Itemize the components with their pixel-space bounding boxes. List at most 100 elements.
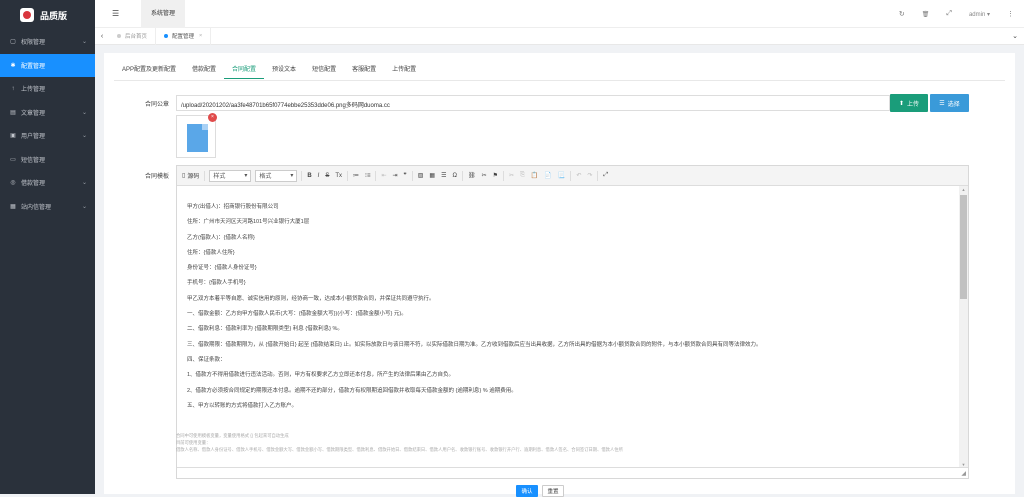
seal-thumbnail[interactable]: × xyxy=(176,113,217,158)
sms-icon: ▭ xyxy=(10,156,16,163)
brand[interactable]: 品质版 xyxy=(0,0,95,30)
sidebar-item[interactable]: ▭ 短信管理 xyxy=(0,148,95,172)
editor-line: 五、甲方以转账的方式将借款打入乙方账户。 xyxy=(187,402,298,409)
style-select[interactable]: 样式 ▾ xyxy=(209,169,252,182)
paste-word-button[interactable]: 📃 xyxy=(557,170,566,182)
upload-label: 上传 xyxy=(907,101,920,108)
upload-icon: ↑ xyxy=(11,85,15,92)
bulleted-list-button[interactable]: ⁝≡ xyxy=(364,170,371,182)
tabs-prev-icon[interactable]: ‹ xyxy=(95,33,109,40)
menu-toggle-icon[interactable]: ☰ xyxy=(112,9,128,18)
editor-line: 三、借款期限：借款期限为，从 {借款开始日} 起至 {借款结束日} 止。如实际放… xyxy=(187,341,762,348)
contract-seal-input[interactable]: /upload/20201202/aa3fe48701b65f0774ebbe2… xyxy=(176,95,890,111)
contract-terms-label: 合同模板 xyxy=(144,174,169,180)
tab-home[interactable]: 后台首页 xyxy=(109,27,157,45)
user-menu[interactable]: admin ▾ xyxy=(969,11,990,18)
source-icon: ▯ xyxy=(182,173,186,179)
config-tab[interactable]: 借款配置 xyxy=(184,65,224,79)
table-button[interactable]: ▦ xyxy=(428,170,436,182)
delete-icon[interactable]: × xyxy=(208,113,217,122)
config-tab[interactable]: 客服配置 xyxy=(344,65,384,79)
paste-button[interactable]: 📋 xyxy=(530,170,539,182)
image-button[interactable]: ▨ xyxy=(417,170,425,182)
top-header: ☰ 系统管理 ↻ 🗑 ⤢ admin ▾ ⋮ xyxy=(95,0,1024,28)
sidebar-item[interactable]: ▤ 文章管理 ⌄ xyxy=(0,101,95,125)
config-tab[interactable]: 上传配置 xyxy=(384,65,424,79)
link-button[interactable]: ⛓ xyxy=(467,170,477,182)
chevron-down-icon: ⌄ xyxy=(81,203,87,210)
toolbar-separator xyxy=(597,170,599,181)
config-tab[interactable]: 短信配置 xyxy=(304,65,344,79)
scroll-up-icon[interactable]: ▲ xyxy=(959,187,968,192)
upload-button[interactable]: ⬆ 上传 xyxy=(890,94,928,112)
sidebar-item[interactable]: ▢ 权限管理 ⌄ xyxy=(0,30,95,54)
unlink-button[interactable]: ✂ xyxy=(481,170,488,182)
editor-line: 身份证号：{借款人身份证号} xyxy=(187,265,257,272)
system-tab[interactable]: 系统管理 xyxy=(141,0,186,28)
outdent-button[interactable]: ⇤ xyxy=(380,170,387,182)
loan-icon: ◎ xyxy=(10,180,16,187)
sidebar-item-label: 站内信管理 xyxy=(21,204,52,211)
page-tabs: ‹ 后台首页 配置管理 × ⌄ xyxy=(95,27,1024,45)
source-button[interactable]: ▯ 源码 xyxy=(181,170,200,182)
cut-button[interactable]: ✂ xyxy=(508,170,515,182)
tabs-next-icon[interactable]: ⌄ xyxy=(1012,32,1018,40)
sidebar-item[interactable]: ▣ 用户管理 ⌄ xyxy=(0,124,95,148)
sidebar-item[interactable]: ▦ 站内信管理 ⌄ xyxy=(0,195,95,219)
chevron-down-icon: ⌄ xyxy=(81,39,87,46)
editor-scrollbar[interactable]: ▲ ▼ xyxy=(959,186,968,468)
sidebar-item-label: 文章管理 xyxy=(21,110,46,117)
more-icon[interactable]: ⋮ xyxy=(1007,10,1014,18)
upload-icon: ⬆ xyxy=(898,100,904,107)
tab-config[interactable]: 配置管理 × xyxy=(156,27,212,45)
source-label: 源码 xyxy=(187,174,200,180)
fullscreen-icon[interactable]: ⤢ xyxy=(946,10,952,18)
scrollbar-thumb[interactable] xyxy=(960,195,967,299)
sidebar-item-label: 短信管理 xyxy=(21,157,46,164)
config-tab[interactable]: APP配置及更新配置 xyxy=(114,65,184,79)
tab-close-icon[interactable]: × xyxy=(199,33,202,39)
italic-button[interactable]: I xyxy=(317,170,321,182)
editor-content[interactable]: 甲方(出借人)：招商银行股份有限公司 住所：广州市天河区天河路101号兴业银行大厦… xyxy=(177,186,958,468)
choose-label: 选择 xyxy=(947,101,960,108)
format-select-value: 格式 xyxy=(259,174,272,180)
reset-button[interactable]: 重置 xyxy=(542,485,564,497)
remove-format-button[interactable]: Tx xyxy=(334,170,343,182)
template-hint: 目前可使用变量： xyxy=(176,440,211,445)
editor-toolbar: ▯ 源码 样式 ▾ 格式 ▾ B I S Tx ≔ ⁝≡ ⇤ ⇥ ❞ ▨ ▦ ☰ Ω ⛓ ✂ ⚑ ✂ ⎘ 📋 📄 📃 ↶ ↷… xyxy=(177,166,968,186)
numbered-list-button[interactable]: ≔ xyxy=(352,170,360,182)
tab-dot-icon xyxy=(164,34,169,38)
editor-line: 一、借款金额：乙方向甲方借款人民币(大写：{借款金额大写})(小写：{借款金额小… xyxy=(187,311,407,318)
anchor-button[interactable]: ⚑ xyxy=(492,170,499,182)
redo-button[interactable]: ↷ xyxy=(586,170,593,182)
undo-button[interactable]: ↶ xyxy=(575,170,582,182)
config-tabs: APP配置及更新配置 借款配置 合同配置 预设文本 短信配置 客服配置 上传配置 xyxy=(114,65,424,79)
sidebar-item-label: 用户管理 xyxy=(21,134,46,141)
strikethrough-button[interactable]: S xyxy=(324,170,330,182)
indent-button[interactable]: ⇥ xyxy=(391,170,398,182)
horizontal-line-button[interactable]: ☰ xyxy=(440,170,447,182)
blockquote-button[interactable]: ❞ xyxy=(403,170,408,182)
config-tab[interactable]: 合同配置 xyxy=(224,65,265,79)
editor-line: 1、借款方不得用借款进行违法活动。否则，甲方有权要求乙方立即还本付息，所产生的法… xyxy=(187,372,455,379)
config-tab[interactable]: 预设文本 xyxy=(264,65,304,79)
sidebar-item-label: 配置管理 xyxy=(21,63,46,70)
editor-line: 2、借款方必须按合同规定的期限还本付息。逾期不还的部分，借款方有权限期追回借款并… xyxy=(187,387,517,394)
confirm-button[interactable]: 确认 xyxy=(516,485,538,497)
copy-button[interactable]: ⎘ xyxy=(519,170,526,182)
trash-icon[interactable]: 🗑 xyxy=(922,11,930,18)
editor-line: 住所：广州市天河区天河路101号兴业银行大厦1层 xyxy=(187,219,310,226)
sidebar-item[interactable]: ↑ 上传管理 xyxy=(0,77,95,101)
sidebar-item[interactable]: ◎ 借款管理 ⌄ xyxy=(0,171,95,195)
editor-line: 乙方(借款人)：{借款人名称} xyxy=(187,234,255,241)
bold-button[interactable]: B xyxy=(306,170,312,182)
sidebar-item[interactable]: ✱ 配置管理 xyxy=(0,53,95,77)
choose-button[interactable]: ☰ 选择 xyxy=(930,94,969,112)
special-char-button[interactable]: Ω xyxy=(451,170,458,182)
refresh-icon[interactable]: ↻ xyxy=(899,10,905,18)
maximize-button[interactable]: ⤢ xyxy=(602,170,609,182)
editor-line: 住所：{借款人住所} xyxy=(187,249,235,256)
paste-text-button[interactable]: 📄 xyxy=(543,170,552,182)
format-select[interactable]: 格式 ▾ xyxy=(255,169,298,182)
resize-grip-icon[interactable]: ◢ xyxy=(961,470,966,477)
